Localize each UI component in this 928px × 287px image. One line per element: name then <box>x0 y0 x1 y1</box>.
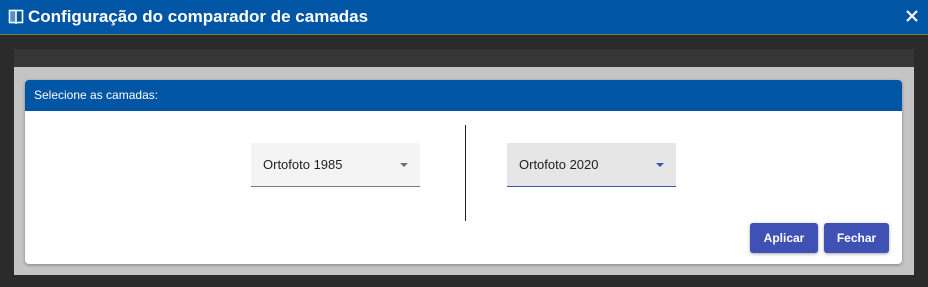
dropdown-arrow-icon <box>656 163 664 167</box>
comparator-divider <box>465 125 466 221</box>
card-header: Selecione as camadas: <box>25 80 902 111</box>
right-layer-select[interactable]: Ortofoto 2020 <box>507 143 676 187</box>
compare-layers-icon <box>8 9 24 25</box>
dropdown-arrow-icon <box>400 163 408 167</box>
apply-button[interactable]: Aplicar <box>750 223 818 253</box>
right-layer-value: Ortofoto 2020 <box>519 157 599 172</box>
layer-selection-card: Selecione as camadas: Ortofoto 1985 Orto… <box>25 80 902 264</box>
left-layer-value: Ortofoto 1985 <box>263 157 343 172</box>
layer-comparator-dialog: Configuração do comparador de camadas Se… <box>0 0 928 287</box>
toolbar-strip <box>14 49 914 67</box>
close-button[interactable]: Fechar <box>824 223 889 253</box>
dialog-title: Configuração do comparador de camadas <box>28 7 369 26</box>
close-icon[interactable] <box>904 8 920 24</box>
dialog-titlebar: Configuração do comparador de camadas <box>0 0 928 35</box>
left-layer-select[interactable]: Ortofoto 1985 <box>251 143 420 187</box>
